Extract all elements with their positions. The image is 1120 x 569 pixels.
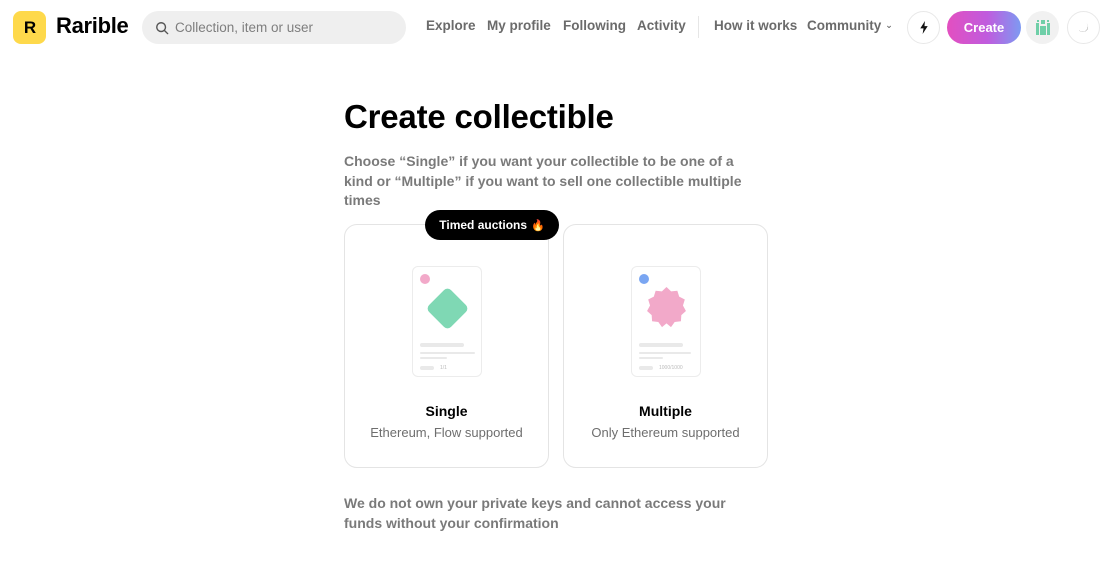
nav-following[interactable]: Following: [563, 18, 626, 33]
search-icon: [156, 21, 169, 34]
create-button[interactable]: Create: [947, 11, 1021, 44]
top-navigation-bar: R Rarible Explore My profile Following A…: [0, 0, 1120, 54]
lightning-button[interactable]: [907, 11, 940, 44]
fire-icon: 🔥: [531, 219, 545, 232]
multiple-option-description: Only Ethereum supported: [591, 425, 740, 440]
preview-line: [639, 357, 663, 359]
preview-dot: [639, 274, 649, 284]
preview-count: 1000/1000: [659, 365, 683, 371]
multiple-option-title: Multiple: [639, 403, 692, 419]
chevron-down-icon: ⌄: [885, 20, 893, 30]
search-input[interactable]: [175, 20, 395, 35]
brand-name[interactable]: Rarible: [56, 13, 129, 39]
timed-auctions-badge: Timed auctions 🔥: [425, 210, 559, 240]
single-option-description: Ethereum, Flow supported: [370, 425, 523, 440]
nav-how-it-works[interactable]: How it works: [714, 18, 797, 33]
preview-line: [639, 352, 691, 354]
search-box[interactable]: [142, 11, 406, 44]
single-preview-illustration: 1/1: [412, 266, 482, 377]
preview-dot: [420, 274, 430, 284]
badge-label: Timed auctions: [439, 218, 528, 232]
single-option-card[interactable]: 1/1 Single Ethereum, Flow supported: [344, 224, 549, 468]
nav-activity[interactable]: Activity: [637, 18, 686, 33]
multiple-option-card[interactable]: 1000/1000 Multiple Only Ethereum support…: [563, 224, 768, 468]
page-title: Create collectible: [344, 98, 614, 135]
nav-community-label: Community: [807, 18, 882, 33]
nav-my-profile[interactable]: My profile: [487, 18, 551, 33]
nav-divider: [698, 16, 699, 38]
lightning-icon: [919, 21, 928, 34]
multiple-preview-illustration: 1000/1000: [631, 266, 701, 377]
preview-line: [420, 343, 464, 347]
logo-letter: R: [23, 17, 36, 37]
preview-line: [420, 352, 475, 354]
private-keys-note: We do not own your private keys and cann…: [344, 495, 726, 531]
preview-line: [420, 366, 434, 370]
preview-line: [420, 357, 447, 359]
nav-explore[interactable]: Explore: [426, 18, 476, 33]
page-subtitle: Choose “Single” if you want your collect…: [344, 153, 742, 208]
avatar-icon: [1035, 20, 1050, 35]
user-avatar-button[interactable]: [1026, 11, 1059, 44]
rarible-logo[interactable]: R: [13, 11, 46, 44]
theme-toggle-button[interactable]: [1067, 11, 1100, 44]
preview-line: [639, 343, 683, 347]
nav-community[interactable]: Community ⌄: [807, 18, 893, 33]
single-option-title: Single: [425, 403, 468, 419]
moon-icon: [1078, 22, 1088, 32]
diamond-shape: [425, 286, 470, 331]
badge-shape: [647, 287, 686, 328]
preview-line: [639, 366, 653, 370]
preview-count: 1/1: [440, 365, 447, 371]
